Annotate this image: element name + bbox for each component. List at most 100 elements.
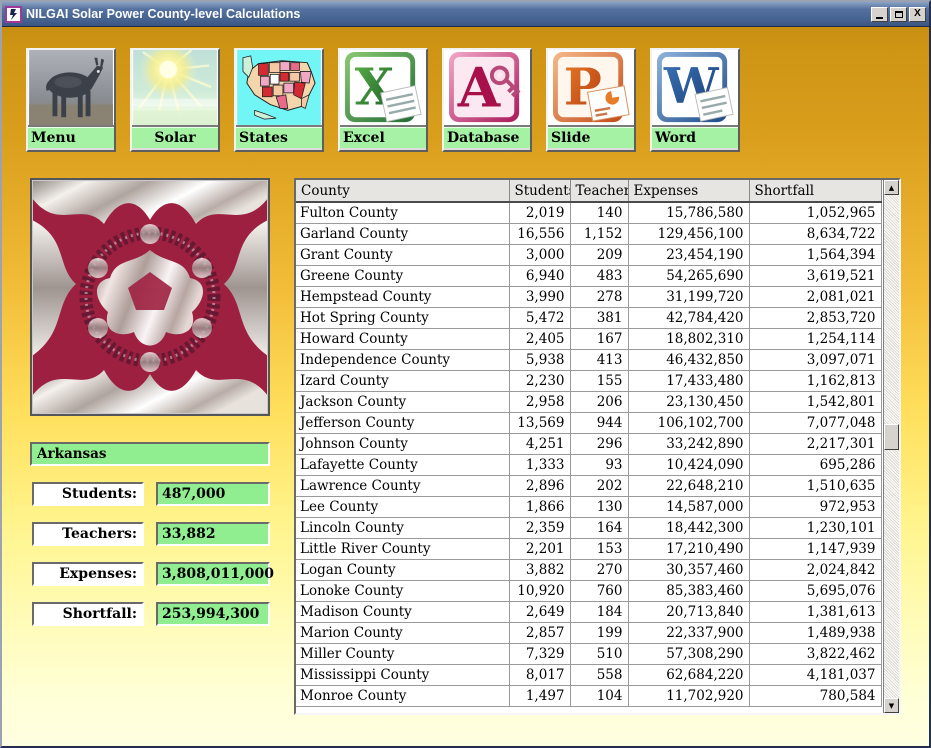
table-cell: 972,953	[749, 496, 881, 517]
table-cell: 93	[570, 454, 628, 475]
slide-button-label: Slide	[548, 127, 634, 148]
table-row[interactable]: Monroe County1,49710411,702,920780,584	[296, 685, 881, 706]
scroll-down-button[interactable]: ▼	[884, 698, 899, 713]
shortfall-value[interactable]: 253,994,300	[156, 602, 270, 626]
word-button[interactable]: W Word	[650, 48, 740, 152]
students-value[interactable]: 487,000	[156, 482, 270, 506]
table-cell: 10,424,090	[628, 454, 749, 475]
table-cell: Marion County	[296, 622, 509, 643]
table-row[interactable]: Jefferson County13,569944106,102,7007,07…	[296, 412, 881, 433]
vertical-scrollbar[interactable]: ▲ ▼	[883, 180, 899, 713]
solar-button-label: Solar	[132, 127, 218, 148]
table-cell: Jackson County	[296, 391, 509, 412]
states-button[interactable]: States	[234, 48, 324, 152]
table-row[interactable]: Lafayette County1,3339310,424,090695,286	[296, 454, 881, 475]
table-row[interactable]: Izard County2,23015517,433,4801,162,813	[296, 370, 881, 391]
teachers-value[interactable]: 33,882	[156, 522, 270, 546]
table-cell: 780,584	[749, 685, 881, 706]
database-button[interactable]: A Database	[442, 48, 532, 152]
table-row[interactable]: Independence County5,93841346,432,8503,0…	[296, 349, 881, 370]
table-row[interactable]: Mississippi County8,01755862,684,2204,18…	[296, 664, 881, 685]
excel-icon: X	[340, 50, 426, 127]
table-row[interactable]: Howard County2,40516718,802,3101,254,114	[296, 328, 881, 349]
table-row[interactable]: Garland County16,5561,152129,456,1008,63…	[296, 223, 881, 244]
table-cell: Independence County	[296, 349, 509, 370]
shortfall-label: Shortfall:	[32, 602, 144, 626]
nilgai-photo-icon	[28, 50, 114, 127]
table-cell: 1,147,939	[749, 538, 881, 559]
students-label: Students:	[32, 482, 144, 506]
column-header-county[interactable]: County	[296, 180, 509, 202]
table-header-row: County Students Teachers Expenses Shortf…	[296, 180, 881, 202]
table-cell: Lincoln County	[296, 517, 509, 538]
table-cell: 944	[570, 412, 628, 433]
table-cell: Lonoke County	[296, 580, 509, 601]
table-cell: 23,130,450	[628, 391, 749, 412]
table-row[interactable]: Little River County2,20115317,210,4901,1…	[296, 538, 881, 559]
column-header-teachers[interactable]: Teachers	[570, 180, 628, 202]
table-cell: 8,017	[509, 664, 570, 685]
table-row[interactable]: Grant County3,00020923,454,1901,564,394	[296, 244, 881, 265]
table-row[interactable]: Johnson County4,25129633,242,8902,217,30…	[296, 433, 881, 454]
table-cell: 54,265,690	[628, 265, 749, 286]
table-row[interactable]: Fulton County2,01914015,786,5801,052,965	[296, 202, 881, 223]
table-row[interactable]: Hot Spring County5,47238142,784,4202,853…	[296, 307, 881, 328]
scroll-up-button[interactable]: ▲	[884, 180, 899, 195]
table-row[interactable]: Greene County6,94048354,265,6903,619,521	[296, 265, 881, 286]
table-cell: Garland County	[296, 223, 509, 244]
table-row[interactable]: Lawrence County2,89620222,648,2101,510,6…	[296, 475, 881, 496]
table-cell: 2,230	[509, 370, 570, 391]
table-row[interactable]: Lee County1,86613014,587,000972,953	[296, 496, 881, 517]
table-cell: 2,857	[509, 622, 570, 643]
table-cell: 1,542,801	[749, 391, 881, 412]
table-row[interactable]: Logan County3,88227030,357,4602,024,842	[296, 559, 881, 580]
table-cell: Hot Spring County	[296, 307, 509, 328]
expenses-label: Expenses:	[32, 562, 144, 586]
table-cell: 18,802,310	[628, 328, 749, 349]
column-header-students[interactable]: Students	[509, 180, 570, 202]
table-cell: 17,210,490	[628, 538, 749, 559]
table-cell: 4,181,037	[749, 664, 881, 685]
column-header-expenses[interactable]: Expenses	[628, 180, 749, 202]
table-cell: 2,958	[509, 391, 570, 412]
table-cell: 2,024,842	[749, 559, 881, 580]
excel-button[interactable]: X Excel	[338, 48, 428, 152]
database-button-label: Database	[444, 127, 530, 148]
scrollbar-thumb[interactable]	[884, 424, 899, 450]
table-row[interactable]: Lincoln County2,35916418,442,3001,230,10…	[296, 517, 881, 538]
table-cell: 1,381,613	[749, 601, 881, 622]
table-cell: 3,619,521	[749, 265, 881, 286]
table-cell: 10,920	[509, 580, 570, 601]
table-row[interactable]: Madison County2,64918420,713,8401,381,61…	[296, 601, 881, 622]
table-row[interactable]: Miller County7,32951057,308,2903,822,462	[296, 643, 881, 664]
table-row[interactable]: Hempstead County3,99027831,199,7202,081,…	[296, 286, 881, 307]
excel-button-label: Excel	[340, 127, 426, 148]
table-cell: Lawrence County	[296, 475, 509, 496]
table-row[interactable]: Lonoke County10,92076085,383,4605,695,07…	[296, 580, 881, 601]
table-cell: 33,242,890	[628, 433, 749, 454]
minimize-button[interactable]	[871, 7, 888, 22]
table-cell: 1,162,813	[749, 370, 881, 391]
menu-button[interactable]: Menu	[26, 48, 116, 152]
app-icon[interactable]	[5, 6, 22, 23]
minimize-icon	[876, 17, 883, 19]
table-cell: 20,713,840	[628, 601, 749, 622]
powerpoint-icon: P	[548, 50, 634, 127]
table-cell: 1,489,938	[749, 622, 881, 643]
up-arrow-icon: ▲	[889, 184, 894, 192]
table-cell: 5,695,076	[749, 580, 881, 601]
close-button[interactable]: X	[909, 7, 926, 22]
slide-button[interactable]: P Slide	[546, 48, 636, 152]
solar-button[interactable]: Solar	[130, 48, 220, 152]
table-row[interactable]: Marion County2,85719922,337,9001,489,938	[296, 622, 881, 643]
table-row[interactable]: Jackson County2,95820623,130,4501,542,80…	[296, 391, 881, 412]
table-cell: 1,254,114	[749, 328, 881, 349]
table-cell: 129,456,100	[628, 223, 749, 244]
maximize-button[interactable]	[890, 7, 907, 22]
column-header-shortfall[interactable]: Shortfall	[749, 180, 881, 202]
table-cell: 16,556	[509, 223, 570, 244]
county-table-body: County Students Teachers Expenses Shortf…	[296, 180, 883, 713]
table-cell: 22,337,900	[628, 622, 749, 643]
table-cell: 31,199,720	[628, 286, 749, 307]
expenses-value[interactable]: 3,808,011,000	[156, 562, 270, 586]
